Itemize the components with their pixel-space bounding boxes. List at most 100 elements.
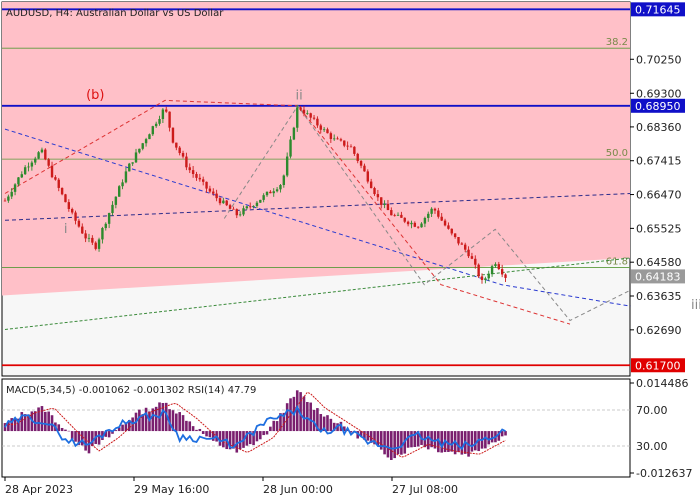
price-tag-label: 0.68950 (635, 100, 681, 113)
candle-body (322, 129, 326, 131)
macd-bar (440, 431, 443, 453)
candle-body (329, 133, 333, 139)
candle-body (87, 237, 91, 239)
candle-body (144, 139, 148, 144)
candle-body (393, 215, 396, 217)
macd-bar (275, 421, 279, 432)
candle-body (366, 171, 369, 182)
wave-label: iii (691, 298, 700, 313)
candle-body (464, 244, 467, 250)
macd-bar (329, 418, 333, 432)
candle-body (262, 195, 265, 200)
macd-bar (326, 415, 329, 432)
y-tick-label: 0.68360 (636, 121, 682, 134)
macd-bar (490, 431, 494, 443)
candle-body (400, 214, 403, 218)
candle-body (487, 274, 490, 279)
candle-body (111, 204, 114, 214)
macd-bar (201, 431, 205, 434)
macd-bar (144, 407, 148, 432)
candle-body (285, 156, 289, 176)
candle-body (171, 127, 175, 143)
candle-body (410, 222, 413, 225)
macd-bar (238, 431, 242, 450)
macd-bar (383, 431, 386, 455)
candle-body (114, 196, 118, 205)
macd-bar (265, 431, 269, 435)
candle-body (165, 109, 168, 112)
candle-body (494, 264, 497, 267)
candle-body (242, 208, 245, 215)
candle-body (44, 149, 47, 160)
candle-body (218, 198, 222, 204)
candle-body (37, 152, 40, 159)
macd-bar (188, 421, 192, 432)
candle-body (131, 162, 134, 164)
macd-bar (37, 407, 40, 432)
candle-body (161, 109, 165, 120)
candle-body (151, 126, 155, 135)
candle-body (309, 113, 312, 118)
macd-bar (470, 431, 474, 452)
rsi-tick-label: 30.00 (636, 440, 668, 453)
macd-bar (191, 426, 195, 432)
candle-body (154, 123, 158, 127)
macd-bar (272, 420, 276, 432)
candle-body (504, 274, 507, 278)
candle-body (339, 139, 343, 141)
candle-body (484, 278, 487, 280)
candle-body (7, 196, 10, 201)
macd-bar (309, 402, 312, 432)
candle-body (477, 264, 480, 277)
x-tick-label: 28 Apr 2023 (5, 483, 73, 496)
macd-bar (80, 431, 84, 446)
candle-body (316, 118, 319, 126)
y-tick-label: 0.70250 (636, 53, 682, 66)
candle-body (54, 177, 57, 180)
macd-bar (121, 424, 124, 432)
indicator-tick-label: -0.012637 (636, 467, 692, 480)
y-tick-label: 0.62690 (636, 324, 682, 337)
candle-body (124, 171, 128, 183)
candle-body (70, 208, 74, 213)
price-tag-label: 0.71645 (635, 3, 681, 16)
macd-bar (208, 431, 212, 438)
candle-body (225, 200, 228, 206)
macd-bar (175, 413, 178, 432)
candle-body (64, 194, 67, 203)
candle-body (413, 222, 417, 227)
macd-bar (185, 420, 188, 432)
macd-bar (262, 431, 265, 436)
macd-bar (396, 431, 400, 455)
macd-bar (255, 431, 259, 442)
macd-bar (50, 415, 54, 432)
indicator-panel: 0.014486 -0.012637 70.00 30.00 MACD(5,34,5)… (1, 377, 692, 480)
candle-body (13, 184, 17, 192)
macd-bar (181, 415, 185, 432)
candle-body (460, 243, 464, 245)
macd-bar (87, 431, 91, 454)
candle-body (380, 197, 383, 205)
candle-body (185, 156, 188, 168)
wave-label: i (64, 222, 68, 237)
macd-bar (33, 411, 37, 432)
candle-body (490, 266, 494, 275)
candle-body (467, 249, 470, 257)
candle-body (245, 206, 249, 209)
candle-body (282, 175, 286, 186)
candle-body (205, 181, 208, 189)
macd-bar (450, 431, 454, 452)
candle-body (369, 181, 373, 189)
rsi-tick-label: 70.00 (636, 404, 668, 417)
candle-body (181, 153, 185, 157)
candle-body (269, 191, 272, 194)
macd-bar (74, 431, 77, 442)
fib-label-61.8: 61.8 (606, 257, 628, 268)
candle-body (363, 165, 366, 172)
candle-body (215, 193, 218, 199)
macd-bar (393, 431, 396, 459)
x-tick-label: 28 Jun 00:00 (263, 483, 333, 496)
candle-body (430, 208, 433, 214)
candle-body (27, 166, 30, 168)
candle-body (30, 162, 34, 167)
